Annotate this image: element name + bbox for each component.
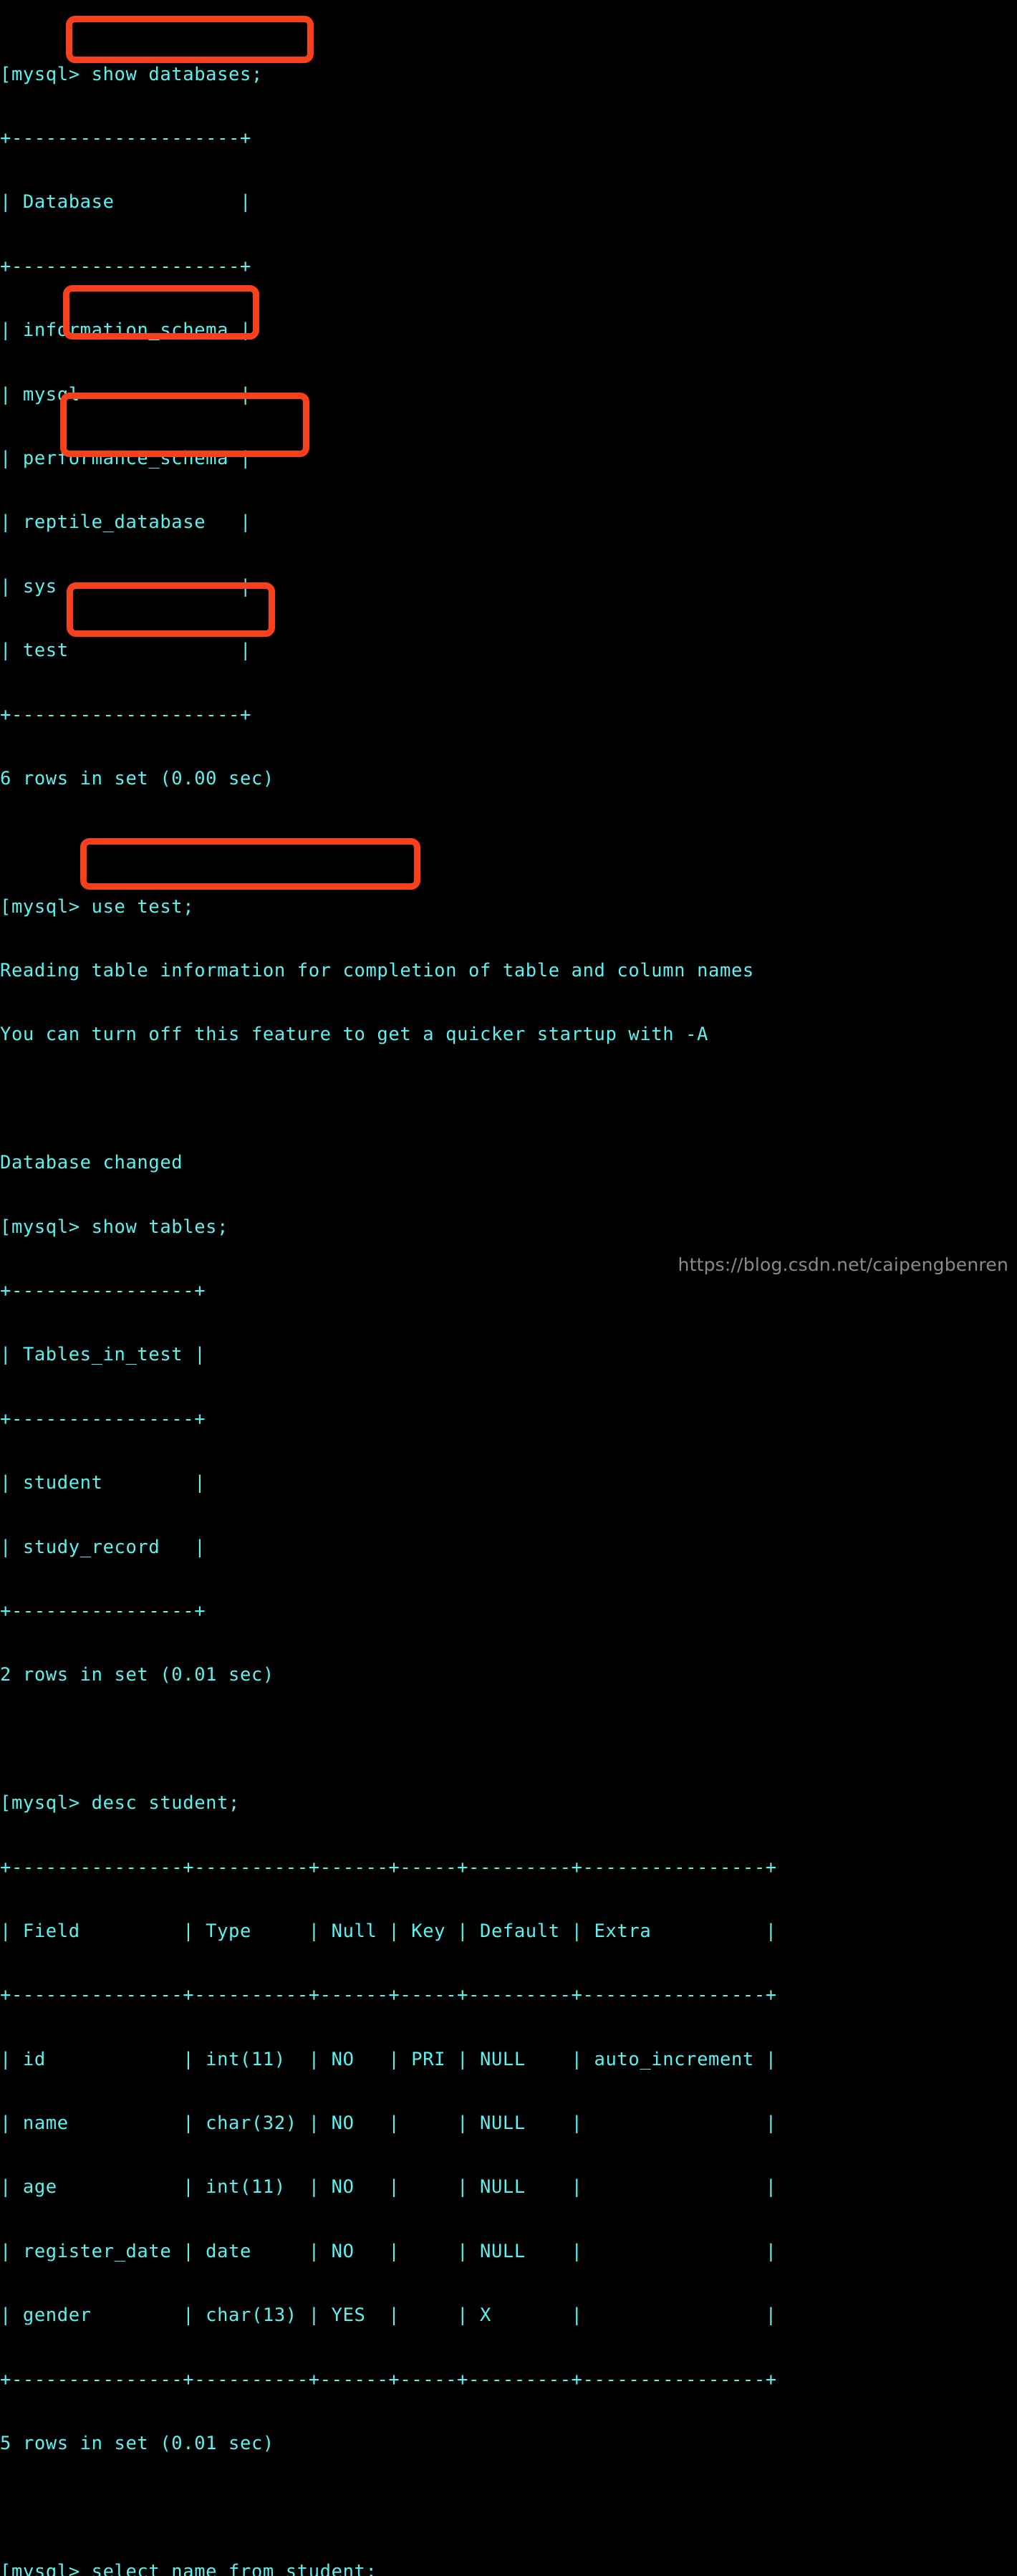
terminal-line: +--------------------+ [0, 703, 251, 726]
terminal-line: | Database | [0, 191, 251, 213]
terminal-line: | reptile_database | [0, 511, 251, 534]
terminal-line: | Tables_in_test | [0, 1344, 206, 1366]
terminal-line: | register_date | date | NO | | NULL | | [0, 2240, 777, 2262]
terminal-line: | mysql | [0, 383, 251, 405]
terminal-line: | age | int(11) | NO | | NULL | | [0, 2176, 777, 2198]
terminal-line: +----------------+ [0, 1280, 206, 1302]
terminal-line: 2 rows in set (0.01 sec) [0, 1664, 274, 1686]
terminal-line: Database changed [0, 1152, 183, 1174]
watermark-text: https://blog.csdn.net/caipengbenren [678, 1254, 1008, 1275]
terminal-window[interactable]: [mysql> show databases; +---------------… [0, 0, 1017, 2576]
terminal-line: | id | int(11) | NO | PRI | NULL | auto_… [0, 2048, 777, 2070]
terminal-line: [mysql> select name from student; [0, 2560, 377, 2576]
terminal-line: 6 rows in set (0.00 sec) [0, 767, 274, 789]
terminal-line: | Field | Type | Null | Key | Default | … [0, 1920, 777, 1942]
terminal-output: [mysql> show databases; +---------------… [0, 21, 777, 2576]
terminal-line: | gender | char(13) | YES | | X | | [0, 2305, 777, 2327]
terminal-line: +----------------+ [0, 1408, 206, 1430]
terminal-line: [mysql> show databases; [0, 63, 263, 85]
terminal-line: Reading table information for completion… [0, 960, 754, 982]
terminal-line: [mysql> show tables; [0, 1216, 229, 1238]
terminal-line: | test | [0, 640, 251, 662]
terminal-line: +---------------+----------+------+-----… [0, 2368, 777, 2390]
terminal-line: | information_schema | [0, 319, 251, 342]
terminal-line: [mysql> desc student; [0, 1792, 240, 1815]
terminal-line: You can turn off this feature to get a q… [0, 1024, 709, 1046]
terminal-line: [mysql> use test; [0, 895, 195, 918]
terminal-line: | study_record | [0, 1536, 206, 1558]
terminal-line: | sys | [0, 575, 251, 597]
terminal-line: +--------------------+ [0, 255, 251, 277]
terminal-line: 5 rows in set (0.01 sec) [0, 2433, 274, 2455]
terminal-line: +----------------+ [0, 1600, 206, 1622]
terminal-line: | performance_schema | [0, 447, 251, 469]
terminal-line: +--------------------+ [0, 127, 251, 149]
terminal-line: | name | char(32) | NO | | NULL | | [0, 2113, 777, 2135]
terminal-line: +---------------+----------+------+-----… [0, 1856, 777, 1878]
terminal-line: | student | [0, 1472, 206, 1494]
terminal-line: +---------------+----------+------+-----… [0, 1984, 777, 2007]
